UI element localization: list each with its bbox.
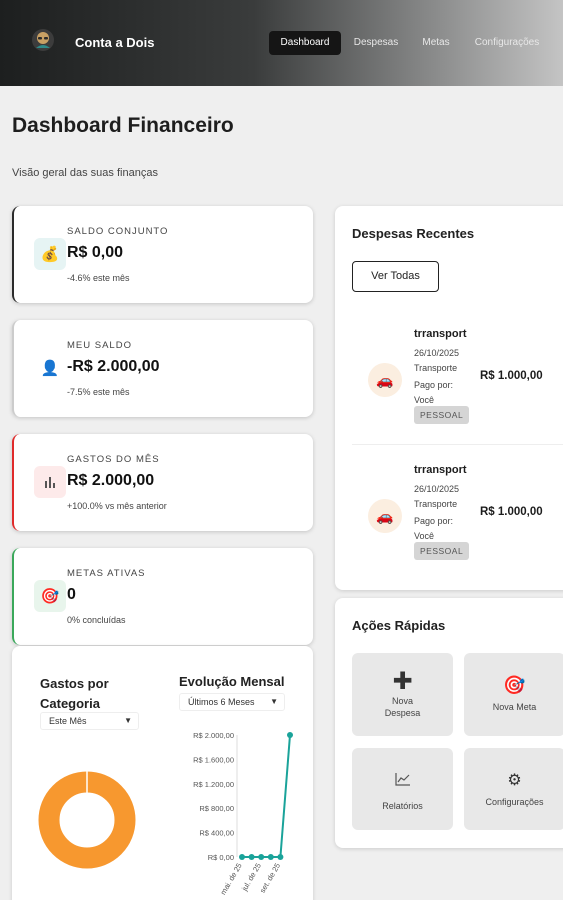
expense-item[interactable]: 🚗 trransport 26/10/2025 Transporte Pago … bbox=[335, 451, 563, 586]
expense-category: Transporte bbox=[414, 499, 458, 509]
stat-change: -4.6% este mês bbox=[67, 273, 130, 283]
car-icon: 🚗 bbox=[368, 499, 402, 533]
y-tick-label: R$ 0,00 bbox=[208, 853, 234, 862]
stat-change: -7.5% este mês bbox=[67, 387, 130, 397]
new-expense-button[interactable]: ✚ Nova Despesa bbox=[352, 653, 453, 736]
expense-name: trransport bbox=[414, 464, 467, 476]
stat-label: SALDO CONJUNTO bbox=[67, 226, 169, 237]
page-title: Dashboard Financeiro bbox=[12, 114, 234, 137]
monthly-period-select[interactable]: Últimos 6 Meses ▼ bbox=[179, 693, 285, 711]
data-point[interactable] bbox=[248, 854, 255, 860]
donut-slice[interactable] bbox=[38, 771, 136, 869]
expense-payer: Pago por: Você bbox=[414, 380, 454, 405]
select-value: Últimos 6 Meses bbox=[188, 697, 255, 707]
settings-button[interactable]: ⚙ Configurações bbox=[464, 748, 563, 830]
brand-name[interactable]: Conta a Dois bbox=[75, 35, 154, 50]
stat-value: 0 bbox=[67, 586, 76, 603]
new-goal-button[interactable]: 🎯 Nova Meta bbox=[464, 653, 563, 736]
nav-configuracoes[interactable]: Configurações bbox=[469, 31, 545, 55]
stat-label: METAS ATIVAS bbox=[67, 568, 146, 579]
data-point[interactable] bbox=[239, 854, 245, 860]
y-tick-label: R$ 1.600,00 bbox=[193, 755, 234, 764]
data-point[interactable] bbox=[258, 854, 265, 860]
nav-metas[interactable]: Metas bbox=[416, 31, 456, 55]
data-point[interactable] bbox=[287, 732, 293, 738]
stat-label: GASTOS DO MÊS bbox=[67, 454, 160, 465]
stat-card-active-goals: 🎯 METAS ATIVAS 0 0% concluídas bbox=[12, 548, 313, 645]
expense-amount: R$ 1.000,00 bbox=[480, 370, 543, 382]
stat-change: +100.0% vs mês anterior bbox=[67, 501, 167, 511]
expense-badge: PESSOAL bbox=[414, 406, 470, 424]
bar-chart-icon bbox=[34, 466, 66, 498]
expense-amount: R$ 1.000,00 bbox=[480, 506, 543, 518]
monthly-line-chart: R$ 0,00 R$ 400,00 R$ 800,00 R$ 1.200,00 R$ 1… bbox=[193, 731, 293, 897]
top-bar: Conta a Dois Dashboard Despesas Metas Co… bbox=[0, 0, 563, 86]
nav-despesas[interactable]: Despesas bbox=[349, 31, 403, 55]
data-point[interactable] bbox=[277, 854, 284, 860]
stat-value: R$ 2.000,00 bbox=[67, 472, 155, 489]
quick-action-label: Configurações bbox=[485, 797, 544, 807]
y-tick-label: R$ 400,00 bbox=[199, 829, 234, 838]
recent-expenses-title: Despesas Recentes bbox=[352, 226, 475, 241]
plus-icon: ✚ bbox=[392, 668, 413, 695]
y-tick-label: R$ 1.200,00 bbox=[193, 780, 234, 789]
expense-item[interactable]: 🚗 trransport 26/10/2025 Transporte Pago … bbox=[335, 315, 563, 450]
quick-action-label: Nova Despesa bbox=[384, 696, 421, 718]
stat-card-monthly-spending: GASTOS DO MÊS R$ 2.000,00 +100.0% vs mês… bbox=[12, 434, 313, 531]
page-subtitle: Visão geral das suas finanças bbox=[12, 167, 158, 179]
expense-badge: PESSOAL bbox=[414, 542, 470, 560]
target-icon: 🎯 bbox=[503, 675, 526, 695]
nav-dashboard[interactable]: Dashboard bbox=[269, 31, 341, 55]
recent-expenses-card: Despesas Recentes Ver Todas 🚗 trransport… bbox=[335, 206, 563, 590]
couple-logo-icon[interactable] bbox=[31, 28, 55, 52]
stat-value: R$ 0,00 bbox=[67, 244, 124, 261]
stat-card-joint-balance: 💰 SALDO CONJUNTO R$ 0,00 -4.6% este mês bbox=[12, 206, 313, 303]
category-period-select[interactable]: Este Mês ▼ bbox=[40, 712, 139, 730]
quick-action-label: Relatórios bbox=[382, 801, 423, 811]
reports-button[interactable]: Relatórios bbox=[352, 748, 453, 830]
money-bag-icon: 💰 bbox=[34, 238, 66, 270]
user-icon: 👤 bbox=[34, 352, 66, 384]
expense-date: 26/10/2025 bbox=[414, 484, 460, 494]
category-donut-chart bbox=[38, 771, 136, 869]
monthly-chart-title: Evolução Mensal bbox=[179, 674, 285, 689]
line-chart-icon bbox=[352, 770, 453, 791]
y-tick-label: R$ 800,00 bbox=[199, 804, 234, 813]
category-chart-title: Gastos por Categoria bbox=[40, 676, 109, 711]
quick-actions-title: Ações Rápidas bbox=[352, 618, 446, 633]
expense-category: Transporte bbox=[414, 363, 458, 373]
stat-card-my-balance: 👤 MEU SALDO -R$ 2.000,00 -7.5% este mês bbox=[12, 320, 313, 417]
quick-action-label: Nova Meta bbox=[492, 702, 537, 712]
stat-change: 0% concluídas bbox=[67, 615, 126, 625]
x-tick-label: mai. de 25 bbox=[218, 862, 243, 897]
stat-value: -R$ 2.000,00 bbox=[67, 358, 160, 375]
divider bbox=[352, 444, 563, 445]
chevron-down-icon: ▼ bbox=[270, 697, 278, 706]
expense-date: 26/10/2025 bbox=[414, 348, 460, 358]
charts-card: Gastos por Categoria Este Mês ▼ Evolução… bbox=[12, 646, 313, 900]
select-value: Este Mês bbox=[49, 716, 87, 726]
line-series bbox=[242, 734, 291, 858]
car-icon: 🚗 bbox=[368, 363, 402, 397]
y-tick-label: R$ 2.000,00 bbox=[193, 731, 234, 740]
target-icon: 🎯 bbox=[34, 580, 66, 612]
quick-actions-card: Ações Rápidas ✚ Nova Despesa 🎯 Nova Meta… bbox=[335, 598, 563, 848]
stat-label: MEU SALDO bbox=[67, 340, 132, 351]
chevron-down-icon: ▼ bbox=[124, 716, 132, 725]
view-all-button[interactable]: Ver Todas bbox=[352, 261, 439, 292]
data-point[interactable] bbox=[267, 854, 274, 860]
gear-icon: ⚙ bbox=[507, 772, 522, 789]
expense-payer: Pago por: Você bbox=[414, 516, 454, 541]
expense-name: trransport bbox=[414, 328, 467, 340]
